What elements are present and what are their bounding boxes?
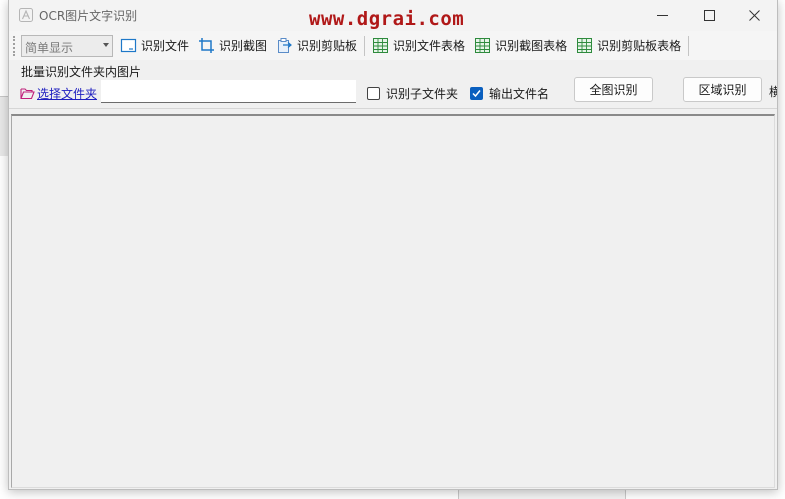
recognize-file-table-label: 识别文件表格 — [393, 39, 466, 53]
app-icon — [19, 8, 33, 22]
display-mode-value: 简单显示 — [25, 40, 74, 55]
file-icon — [120, 38, 137, 53]
chevron-down-icon — [103, 42, 109, 47]
recognize-screenshot-table-button[interactable]: 识别截图表格 — [472, 34, 569, 58]
output-filename-label: 输出文件名 — [489, 87, 550, 101]
recognize-screenshot-table-label: 识别截图表格 — [495, 39, 568, 53]
toolbar: 简单显示 识别文件 识别截图 识别剪贴板 识别文件表格 识别截图表格 识别剪贴板… — [9, 31, 777, 60]
recognize-file-button[interactable]: 识别文件 — [118, 34, 191, 58]
title-bar: OCR图片文字识别 www.dgrai.com — [9, 0, 777, 31]
background-window-edge — [0, 96, 8, 156]
output-filename-checkbox[interactable]: 输出文件名 — [470, 85, 549, 102]
recognize-clipboard-label: 识别剪贴板 — [297, 39, 358, 53]
watermark-text: www.dgrai.com — [309, 8, 465, 30]
recognize-screenshot-button[interactable]: 识别截图 — [196, 34, 269, 58]
recognize-clipboard-button[interactable]: 识别剪贴板 — [274, 34, 359, 58]
select-folder-label[interactable]: 选择文件夹 — [37, 85, 97, 102]
window-title: OCR图片文字识别 — [39, 9, 138, 23]
select-folder-link[interactable]: 选择文件夹 — [20, 85, 97, 102]
table-icon — [577, 38, 593, 53]
recognize-clipboard-table-button[interactable]: 识别剪贴板表格 — [574, 34, 683, 58]
table-icon — [373, 38, 389, 53]
minimize-button[interactable] — [639, 0, 685, 31]
checkbox-box[interactable] — [470, 87, 483, 100]
table-icon — [475, 38, 491, 53]
clipboard-icon — [278, 38, 292, 53]
close-icon — [748, 10, 760, 21]
recognize-file-label: 识别文件 — [141, 39, 190, 53]
checkbox-box[interactable] — [367, 87, 380, 100]
full-image-recognize-button[interactable]: 全图识别 — [574, 77, 653, 102]
toolbar-grip[interactable] — [13, 35, 17, 56]
display-mode-select[interactable]: 简单显示 — [21, 34, 113, 57]
check-icon — [472, 90, 481, 98]
ocr-app-window: OCR图片文字识别 www.dgrai.com 简单显示 识别文件 识别截图 识… — [8, 0, 778, 490]
batch-group-label: 批量识别文件夹内图片 — [21, 65, 142, 79]
recognize-file-table-button[interactable]: 识别文件表格 — [370, 34, 467, 58]
minimize-icon — [656, 15, 668, 16]
maximize-icon — [703, 10, 715, 21]
maximize-button[interactable] — [686, 0, 732, 31]
result-text-area[interactable] — [11, 114, 775, 488]
folder-open-icon — [20, 88, 35, 100]
toolbar-separator — [688, 35, 690, 56]
divider — [9, 108, 777, 109]
close-button[interactable] — [731, 0, 777, 31]
truncated-label: 横 — [769, 83, 777, 100]
recognize-screenshot-label: 识别截图 — [219, 39, 268, 53]
crop-icon — [199, 38, 215, 53]
include-subfolders-label: 识别子文件夹 — [386, 87, 459, 101]
region-recognize-button[interactable]: 区域识别 — [683, 77, 762, 102]
include-subfolders-checkbox[interactable]: 识别子文件夹 — [367, 85, 458, 102]
folder-path-input[interactable] — [101, 80, 356, 103]
recognize-clipboard-table-label: 识别剪贴板表格 — [597, 39, 682, 53]
toolbar-separator — [364, 35, 366, 56]
